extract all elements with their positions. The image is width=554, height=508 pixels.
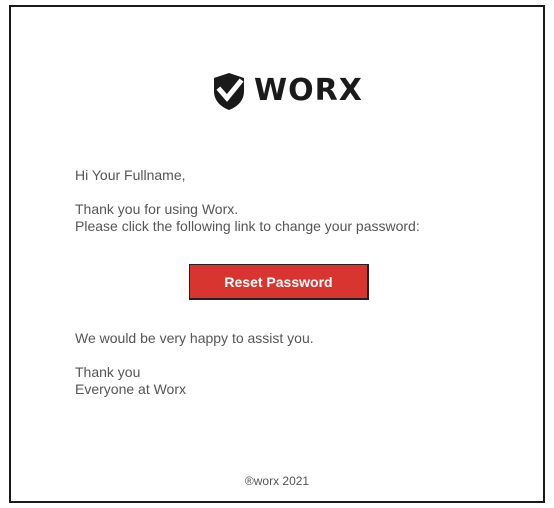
brand-name: WORX bbox=[254, 73, 363, 108]
email-container: WORX Hi Your Fullname, Thank you for usi… bbox=[9, 5, 545, 503]
greeting: Hi Your Fullname, bbox=[75, 167, 186, 183]
reset-password-button[interactable]: Reset Password bbox=[189, 264, 369, 300]
thank-you-line: Thank you for using Worx. bbox=[75, 201, 239, 217]
assist-text: We would be very happy to assist you. bbox=[75, 330, 314, 346]
shield-check-icon bbox=[214, 73, 244, 110]
signoff-thanks: Thank you bbox=[75, 364, 141, 380]
signoff-team: Everyone at Worx bbox=[75, 381, 187, 397]
copyright-footer: ®worx 2021 bbox=[244, 474, 310, 488]
instruction-line: Please click the following link to chang… bbox=[75, 218, 420, 234]
worx-logo: WORX bbox=[211, 70, 363, 112]
